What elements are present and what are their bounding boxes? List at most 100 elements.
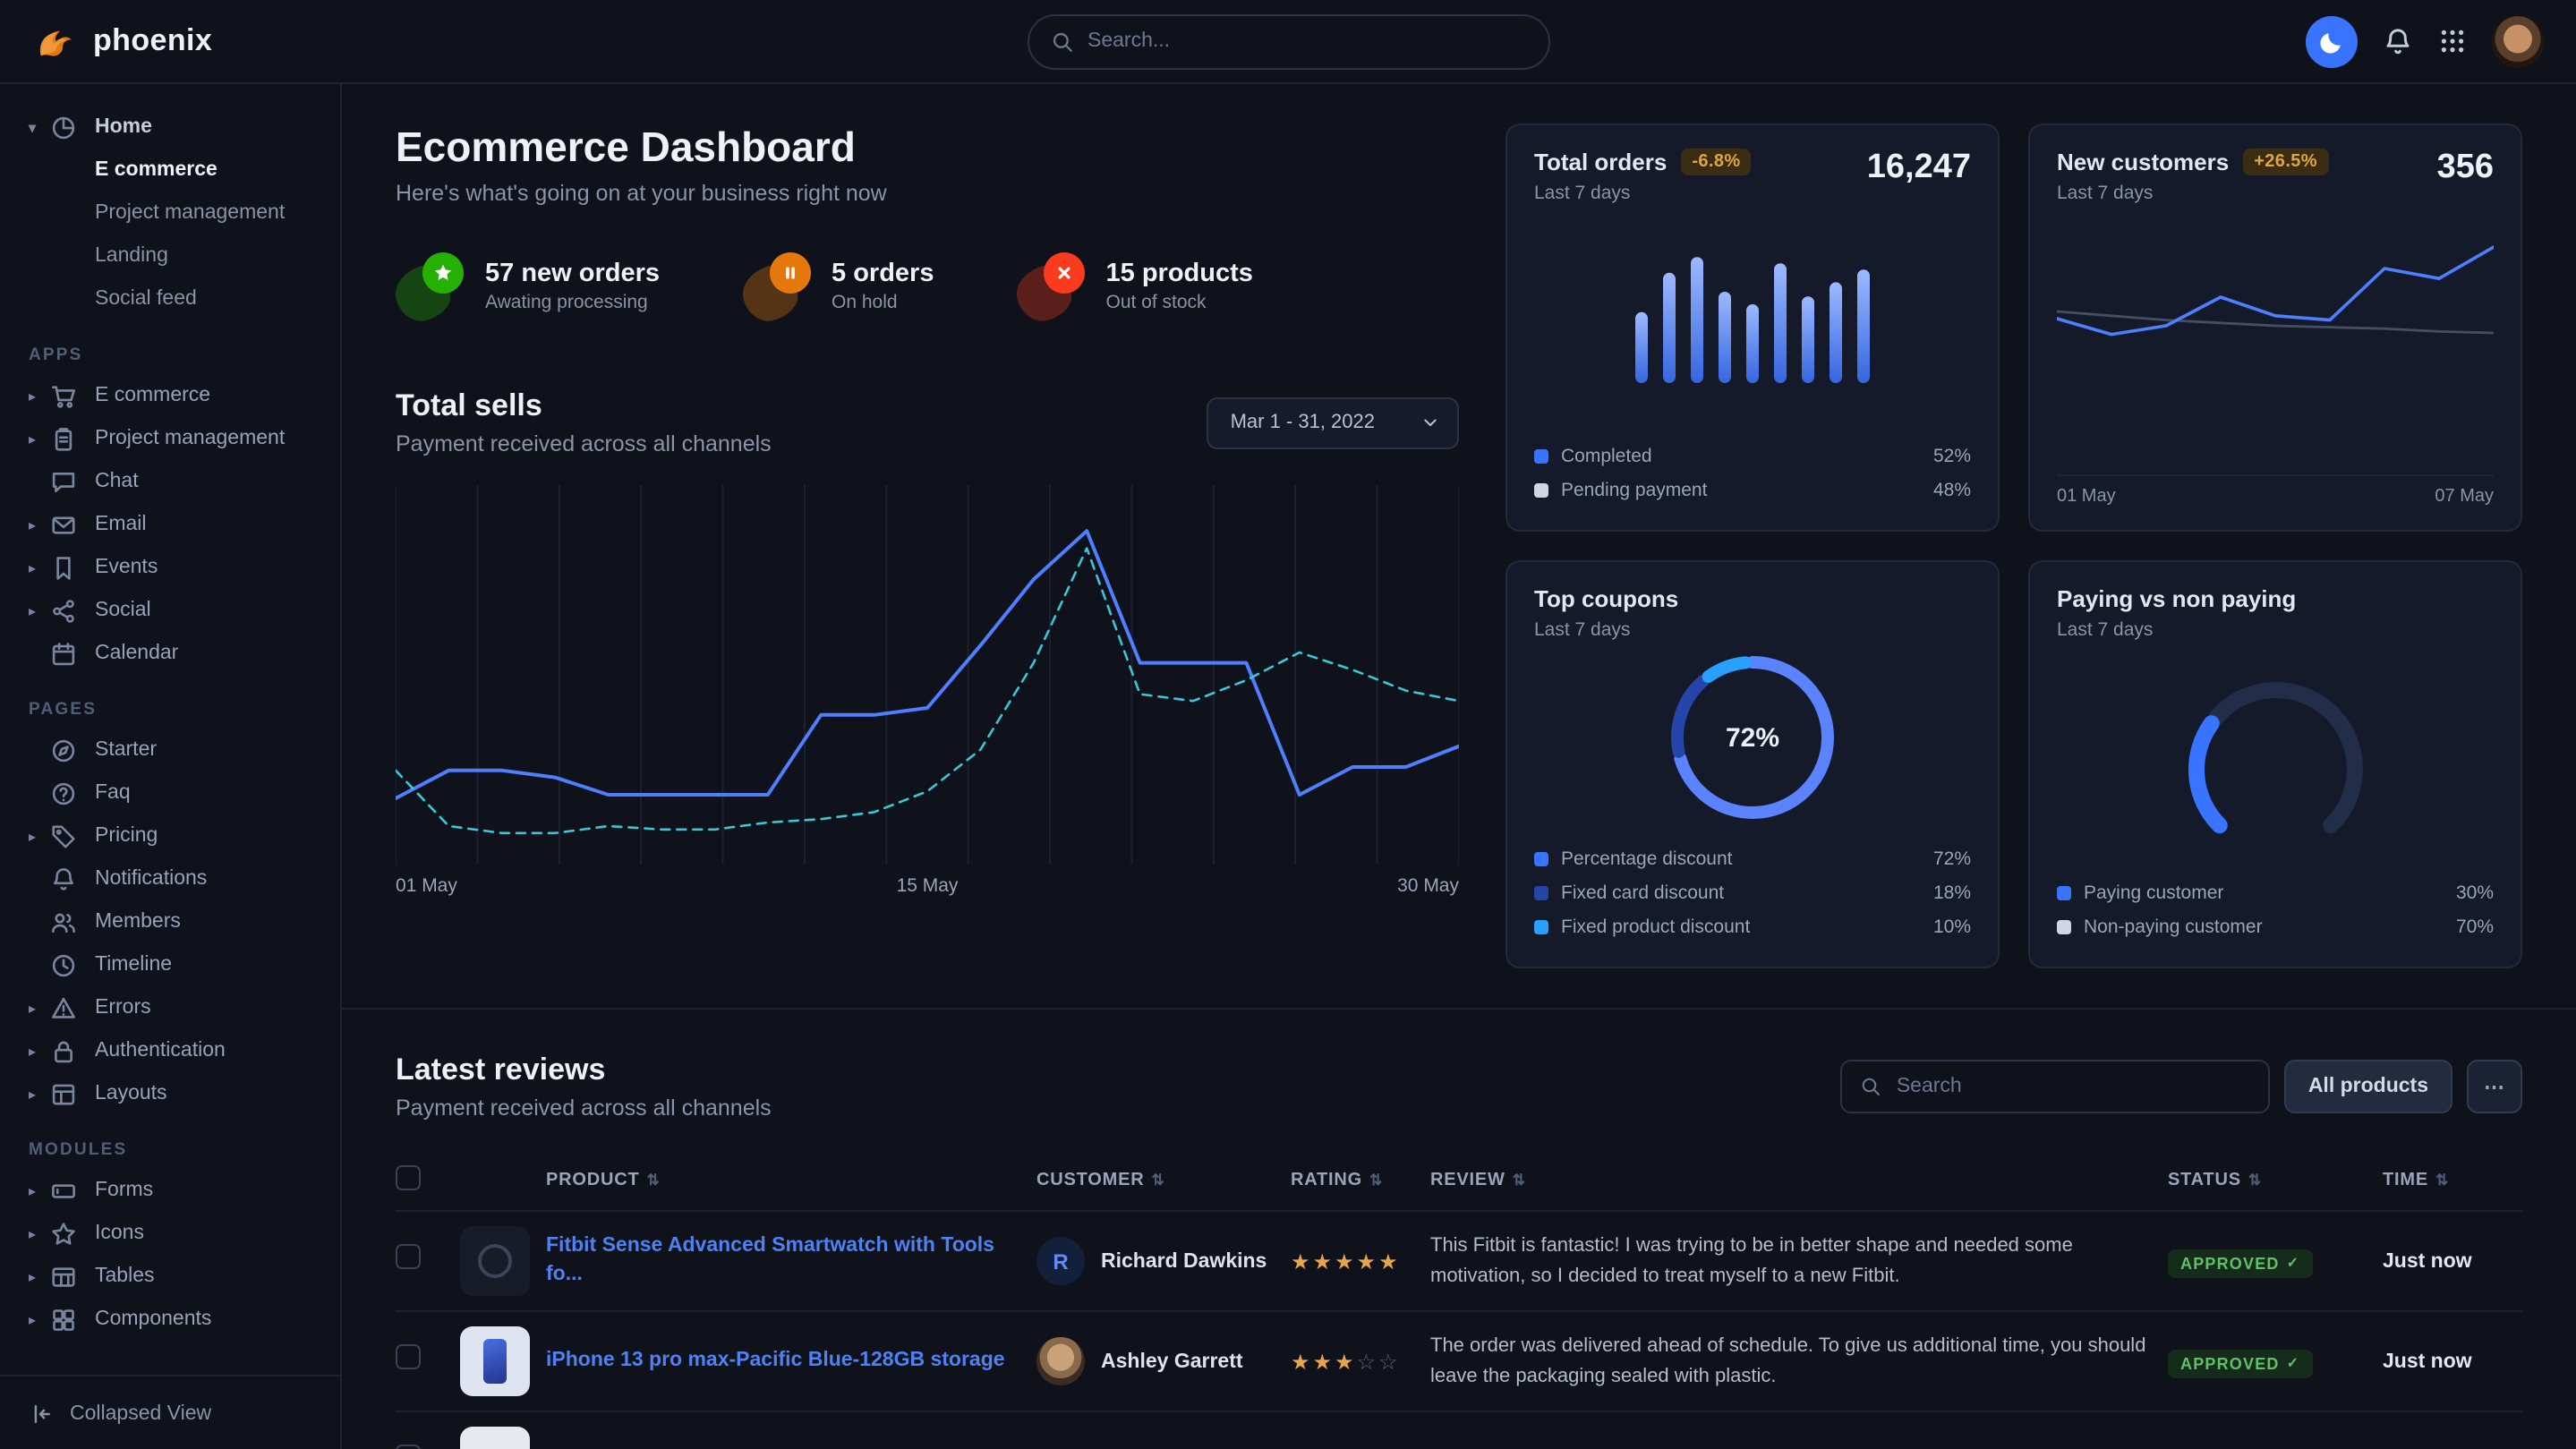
reviews-title: Latest reviews — [396, 1053, 772, 1088]
apps-grid-button[interactable] — [2438, 27, 2467, 55]
global-search[interactable] — [1027, 13, 1549, 69]
card-period: Last 7 days — [2057, 183, 2328, 204]
product-link[interactable]: iPhone 13 pro max-Pacific Blue-128GB sto… — [546, 1347, 1005, 1375]
caret-right-icon: ▸ — [29, 388, 50, 404]
date-range-select[interactable]: Mar 1 - 31, 2022 — [1207, 396, 1459, 448]
global-search-input[interactable] — [1088, 30, 1526, 52]
moon-icon — [2318, 28, 2345, 55]
sidebar-section-pages: PAGES — [0, 675, 340, 729]
table-row[interactable]: iPhone 13 pro max-Pacific Blue-128GB sto… — [396, 1310, 2522, 1411]
grid-dots-icon — [2438, 27, 2467, 55]
sidebar-item-forms[interactable]: ▸Forms — [0, 1169, 340, 1212]
table-row[interactable] — [396, 1411, 2522, 1449]
all-products-button[interactable]: All products — [2285, 1060, 2452, 1113]
sidebar-subitem-project-management[interactable]: Project management — [0, 192, 340, 234]
caret-right-icon: ▸ — [29, 828, 50, 844]
bookmark-icon — [50, 554, 77, 581]
sidebar-item-timeline[interactable]: Timeline — [0, 943, 340, 986]
column-header-time[interactable]: TIME⇅ — [2383, 1170, 2522, 1189]
sidebar-item-authentication[interactable]: ▸Authentication — [0, 1029, 340, 1072]
puzzle-icon — [50, 1306, 77, 1333]
legend-item-fixed-card-discount: Fixed card discount18% — [1534, 875, 1971, 909]
sidebar-item-icons[interactable]: ▸Icons — [0, 1212, 340, 1255]
compass-icon — [50, 737, 77, 763]
cross-icon — [1017, 252, 1085, 320]
caret-right-icon: ▸ — [29, 1225, 50, 1241]
sidebar-item-starter[interactable]: Starter — [0, 729, 340, 771]
share-icon — [50, 597, 77, 624]
x-axis-label: 01 May — [396, 875, 457, 897]
sidebar-item-members[interactable]: Members — [0, 900, 340, 943]
customer-cell: RRichard Dawkins — [1036, 1237, 1291, 1285]
sidebar-item-e-commerce[interactable]: ▸E commerce — [0, 374, 340, 417]
sidebar-item-layouts[interactable]: ▸Layouts — [0, 1072, 340, 1115]
select-all-checkbox[interactable] — [396, 1164, 421, 1189]
sidebar-subitem-e-commerce[interactable]: E commerce — [0, 149, 340, 192]
sort-icon: ⇅ — [1152, 1170, 1165, 1189]
product-link[interactable]: Fitbit Sense Advanced Smartwatch with To… — [546, 1233, 1011, 1289]
reviews-search-input[interactable] — [1897, 1076, 2251, 1097]
user-avatar[interactable] — [2492, 15, 2544, 67]
caret-right-icon: ▸ — [29, 1311, 50, 1327]
card-period: Last 7 days — [1534, 619, 1678, 641]
sidebar-item-faq[interactable]: Faq — [0, 771, 340, 814]
brand[interactable]: phoenix — [32, 18, 342, 64]
sidebar-item-email[interactable]: ▸Email — [0, 503, 340, 546]
reviews-table: PRODUCT⇅CUSTOMER⇅RATING⇅REVIEW⇅STATUS⇅TI… — [396, 1149, 2522, 1449]
table-icon — [50, 1263, 77, 1290]
notifications-button[interactable] — [2383, 26, 2413, 56]
column-header-product[interactable]: PRODUCT⇅ — [460, 1170, 1036, 1189]
page-subtitle: Here's what's going on at your business … — [396, 181, 1459, 206]
sidebar-subitem-social-feed[interactable]: Social feed — [0, 277, 340, 320]
row-checkbox[interactable] — [396, 1445, 421, 1449]
legend-item-completed: Completed52% — [1534, 439, 1971, 473]
reviews-search[interactable] — [1841, 1060, 2271, 1113]
new-customers-value: 356 — [2437, 149, 2494, 188]
sidebar-item-calendar[interactable]: Calendar — [0, 632, 340, 675]
sidebar-item-project-management[interactable]: ▸Project management — [0, 417, 340, 460]
sidebar-item-tables[interactable]: ▸Tables — [0, 1255, 340, 1298]
column-header-customer[interactable]: CUSTOMER⇅ — [1036, 1170, 1291, 1189]
caret-right-icon: ▸ — [29, 559, 50, 575]
product-image — [460, 1427, 530, 1449]
sidebar-item-components[interactable]: ▸Components — [0, 1298, 340, 1341]
reviews-subtitle: Payment received across all channels — [396, 1095, 772, 1121]
paying-gauge-chart — [2141, 662, 2410, 841]
stat-caption: Awating processing — [485, 292, 660, 313]
sidebar-item-errors[interactable]: ▸Errors — [0, 986, 340, 1029]
top-coupons-card: Top coupons Last 7 days 72% Percentage d… — [1506, 560, 2000, 968]
sidebar-subitem-landing[interactable]: Landing — [0, 234, 340, 277]
status-badge: APPROVED ✓ — [2168, 1249, 2312, 1277]
sidebar-item-chat[interactable]: Chat — [0, 460, 340, 503]
date-range-value: Mar 1 - 31, 2022 — [1231, 412, 1375, 433]
theme-toggle-button[interactable] — [2306, 15, 2358, 67]
table-row[interactable]: Fitbit Sense Advanced Smartwatch with To… — [396, 1210, 2522, 1310]
navbar-actions — [2306, 15, 2544, 67]
app-root: phoenix ▾HomeE commerceProjec — [0, 0, 2576, 1449]
column-header-status[interactable]: STATUS⇅ — [2168, 1170, 2383, 1189]
column-header-rating[interactable]: RATING⇅ — [1291, 1170, 1430, 1189]
more-options-button[interactable]: ⋯ — [2466, 1060, 2522, 1113]
sidebar-item-pricing[interactable]: ▸Pricing — [0, 814, 340, 857]
column-header-review[interactable]: REVIEW⇅ — [1430, 1170, 2168, 1189]
top-navbar: phoenix — [0, 0, 2576, 84]
sidebar-item-social[interactable]: ▸Social — [0, 589, 340, 632]
total-sells-header: Total sells Payment received across all … — [396, 388, 1459, 456]
card-title: Paying vs non paying — [2057, 585, 2296, 612]
product-image — [460, 1226, 530, 1296]
stat-caption: Out of stock — [1106, 292, 1253, 313]
total-sells-subtitle: Payment received across all channels — [396, 431, 772, 456]
sidebar-item-notifications[interactable]: Notifications — [0, 857, 340, 900]
bell-icon — [2383, 26, 2413, 56]
row-checkbox[interactable] — [396, 1244, 421, 1269]
customer-avatar: R — [1036, 1237, 1085, 1285]
row-checkbox[interactable] — [396, 1344, 421, 1369]
collapse-view-button[interactable]: Collapsed View — [0, 1375, 340, 1449]
legend-item-fixed-product-discount: Fixed product discount10% — [1534, 909, 1971, 943]
new-customers-change-badge: +26.5% — [2243, 149, 2328, 175]
chevron-down-icon — [1421, 413, 1439, 431]
status-badge: APPROVED ✓ — [2168, 1349, 2312, 1377]
reviews-table-body: Fitbit Sense Advanced Smartwatch with To… — [396, 1210, 2522, 1449]
sidebar-item-home[interactable]: ▾Home — [0, 106, 340, 149]
sidebar-item-events[interactable]: ▸Events — [0, 546, 340, 589]
